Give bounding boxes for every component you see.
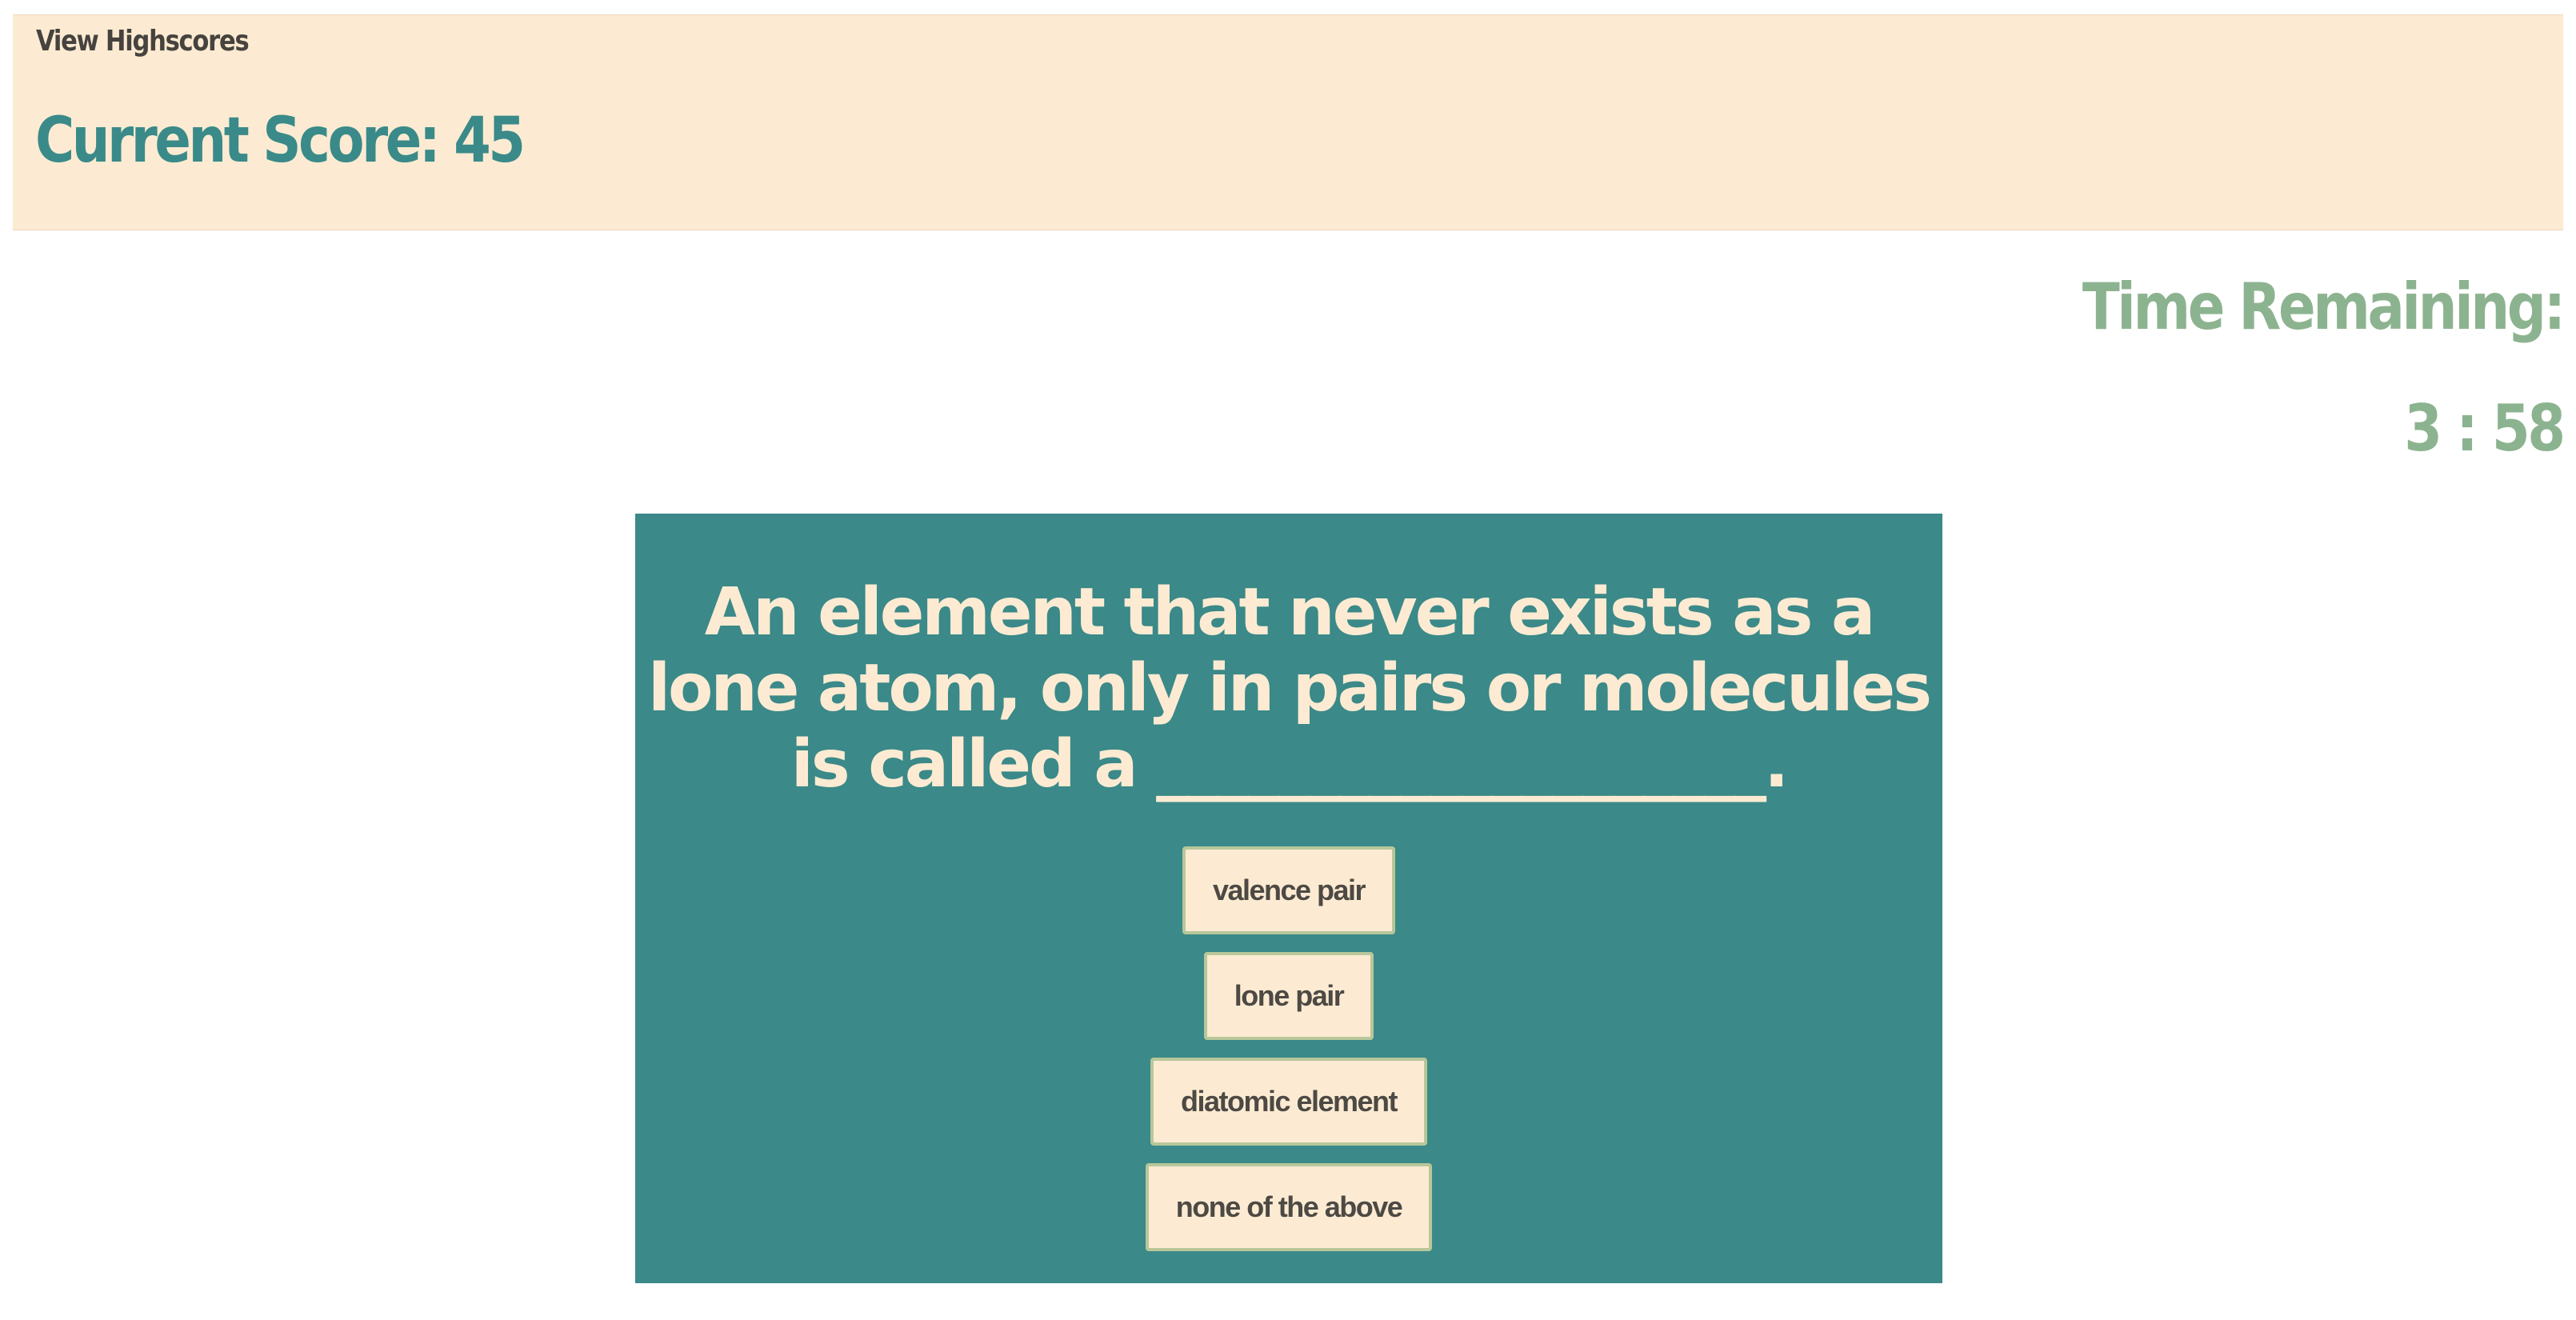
view-highscores-link[interactable]: View Highscores bbox=[36, 25, 250, 58]
answer-diatomic-element-button[interactable]: diatomic element bbox=[1150, 1058, 1428, 1146]
answer-lone-pair-button[interactable]: lone pair bbox=[1203, 952, 1374, 1040]
time-remaining-label: Time Remaining: bbox=[2082, 270, 2566, 344]
time-remaining-value: 3 : 58 bbox=[2404, 391, 2566, 466]
answer-valence-pair-button[interactable]: valence pair bbox=[1182, 846, 1396, 934]
answer-none-of-the-above-button[interactable]: none of the above bbox=[1145, 1163, 1433, 1251]
question-text: An element that never exists as a lone a… bbox=[647, 574, 1932, 803]
answer-list: valence pair lone pair diatomic element … bbox=[635, 846, 1942, 1251]
quiz-card: An element that never exists as a lone a… bbox=[635, 514, 1942, 1283]
current-score: Current Score: 45 bbox=[35, 105, 526, 177]
header-bar: View Highscores Current Score: 45 bbox=[13, 14, 2563, 230]
